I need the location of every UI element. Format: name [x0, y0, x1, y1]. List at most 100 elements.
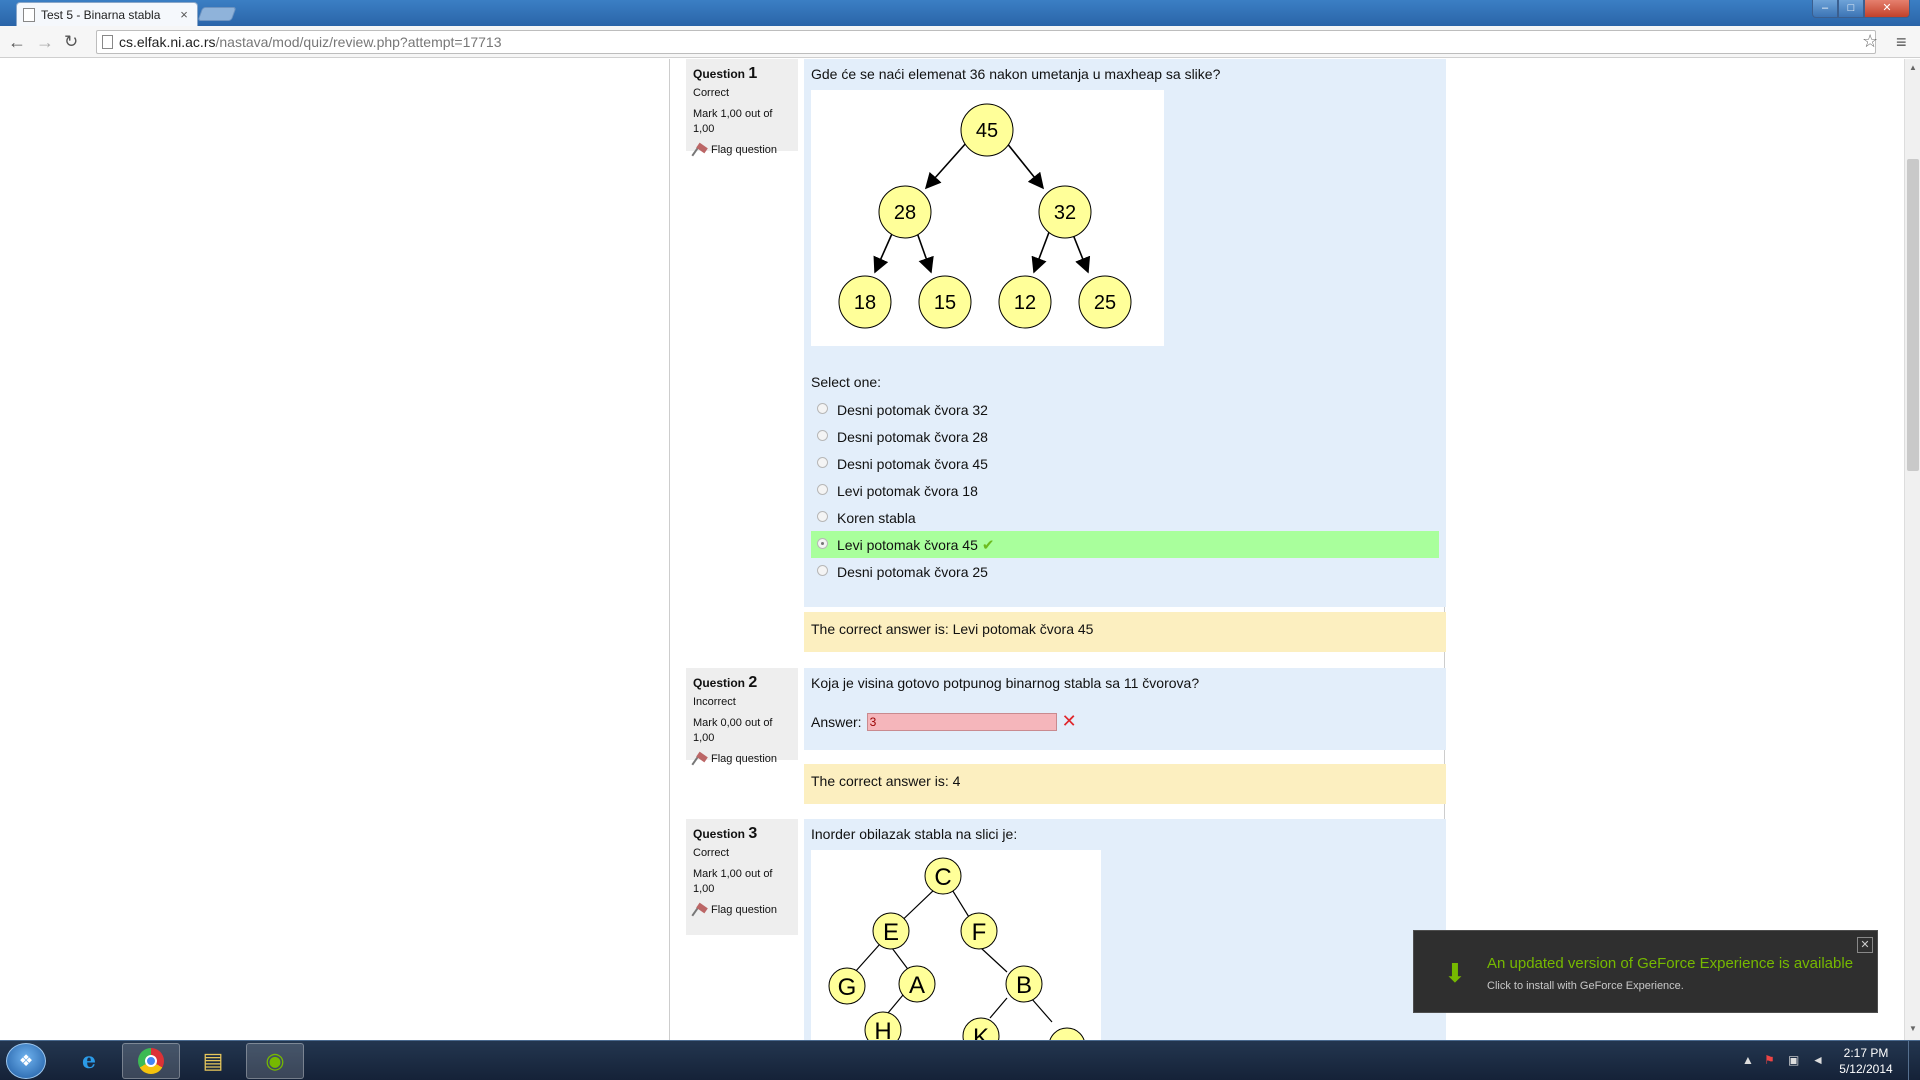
answer-option-label: Desni potomak čvora 28	[837, 428, 988, 445]
correct-check-icon: ✔	[981, 536, 995, 554]
question-mark: Mark 1,00 out of 1,00	[693, 868, 773, 895]
answer-option[interactable]: Levi potomak čvora 45 ✔	[811, 531, 1439, 558]
notification-title: An updated version of GeForce Experience…	[1487, 955, 1854, 972]
notification-close-button[interactable]: ✕	[1857, 937, 1873, 953]
tree-node-label: B	[1016, 972, 1032, 999]
close-window-button[interactable]: ✕	[1864, 0, 1910, 18]
question-number: Question 1	[693, 65, 758, 82]
back-icon[interactable]: ←	[8, 32, 26, 52]
taskbar-chrome[interactable]	[122, 1043, 180, 1079]
answer-option[interactable]: Desni potomak čvora 28	[811, 423, 1439, 450]
radio-button[interactable]	[817, 538, 828, 549]
radio-button[interactable]	[817, 565, 828, 576]
answer-options: Desni potomak čvora 32 Desni potomak čvor…	[811, 396, 1439, 585]
heap-tree-diagram: 45 28 32 18 15 12 25	[838, 103, 1132, 329]
minimize-button[interactable]: –	[1812, 0, 1838, 18]
chrome-icon	[138, 1048, 164, 1074]
clock-time: 2:17 PM	[1843, 1046, 1889, 1060]
show-hidden-icons-icon[interactable]: ▲	[1742, 1053, 1754, 1067]
flag-question-link[interactable]: Flag question	[693, 753, 791, 765]
tab-title: Test 5 - Binarna stabla	[41, 7, 161, 22]
tab-close-icon[interactable]: ×	[177, 7, 191, 22]
tree-node-label: E	[883, 919, 899, 946]
tree-node-label: A	[909, 972, 925, 999]
answer-option-label: Desni potomak čvora 25	[837, 563, 988, 580]
question-text: Inorder obilazak stabla na slici je:	[811, 826, 1018, 842]
notification-subtitle: Click to install with GeForce Experience…	[1487, 980, 1684, 992]
nvidia-icon: ◉	[265, 1048, 285, 1073]
question-feedback-2: The correct answer is: 4	[804, 764, 1446, 804]
window-title-bar: Test 5 - Binarna stabla × – □ ✕	[0, 0, 1920, 26]
question-mark: Mark 1,00 out of 1,00	[693, 108, 773, 135]
answer-option-label: Desni potomak čvora 45	[837, 455, 988, 472]
tree-node-label: 15	[934, 292, 956, 314]
answer-option-label: Levi potomak čvora 45	[837, 536, 978, 553]
question-state: Correct	[693, 847, 730, 859]
answer-option[interactable]: Koren stabla	[811, 504, 1439, 531]
reload-icon[interactable]: ↻	[64, 32, 78, 52]
bookmark-star-icon[interactable]: ☆	[1862, 31, 1878, 52]
question-state: Incorrect	[693, 696, 736, 708]
action-center-flag-icon[interactable]: ⚑	[1764, 1053, 1775, 1067]
tree-node-label: 32	[1054, 202, 1076, 224]
network-icon[interactable]: ▣	[1788, 1053, 1799, 1067]
scroll-thumb[interactable]	[1907, 159, 1919, 471]
radio-button[interactable]	[817, 430, 828, 441]
scroll-down-arrow-icon[interactable]: ▼	[1909, 1024, 1917, 1033]
answer-option[interactable]: Desni potomak čvora 25	[811, 558, 1439, 585]
page-scrollbar[interactable]: ▲ ▼	[1904, 59, 1920, 1040]
radio-button[interactable]	[817, 511, 828, 522]
tree-node-label: C	[934, 864, 951, 891]
flag-icon	[693, 904, 707, 916]
taskbar-clock[interactable]: 2:17 PM 5/12/2014	[1834, 1045, 1898, 1077]
radio-button[interactable]	[817, 484, 828, 495]
answer-option-label: Koren stabla	[837, 509, 916, 526]
forward-icon[interactable]: →	[36, 32, 54, 52]
taskbar-internet-explorer[interactable]: e	[60, 1043, 118, 1079]
flag-question-link[interactable]: Flag question	[693, 904, 791, 916]
answer-option-label: Levi potomak čvora 18	[837, 482, 978, 499]
taskbar-geforce[interactable]: ◉	[246, 1043, 304, 1079]
question-feedback-1: The correct answer is: Levi potomak čvor…	[804, 612, 1446, 652]
question-text: Gde će se naći elemenat 36 nakon umetanj…	[811, 66, 1221, 82]
taskbar-file-explorer[interactable]: ▤	[184, 1043, 242, 1079]
tree-node-label: 25	[1094, 292, 1116, 314]
question-mark: Mark 0,00 out of 1,00	[693, 717, 773, 744]
folder-icon: ▤	[202, 1048, 224, 1073]
new-tab-button[interactable]	[197, 7, 237, 21]
volume-muted-icon[interactable]: ◄	[1812, 1053, 1824, 1067]
radio-button[interactable]	[817, 457, 828, 468]
question-number: Question 2	[693, 674, 758, 691]
clock-date: 5/12/2014	[1839, 1062, 1893, 1076]
radio-button[interactable]	[817, 403, 828, 414]
tab-active[interactable]: Test 5 - Binarna stabla ×	[16, 2, 198, 26]
answer-label: Answer:	[811, 713, 862, 730]
inorder-tree-diagram: C E F G A B H K	[828, 857, 1085, 1040]
address-bar[interactable]: cs.elfak.ni.ac.rs/nastava/mod/quiz/revie…	[96, 30, 1876, 54]
answer-input[interactable]: 3	[866, 712, 1057, 731]
tree-node-label: 45	[976, 120, 998, 142]
geforce-notification[interactable]: ⬇ An updated version of GeForce Experien…	[1413, 930, 1878, 1013]
show-desktop-button[interactable]	[1908, 1041, 1920, 1080]
browser-menu-icon[interactable]: ≡	[1896, 32, 1907, 53]
select-one-label: Select one:	[811, 374, 882, 390]
answer-option[interactable]: Levi potomak čvora 18	[811, 477, 1439, 504]
tree-node-label: K	[973, 1024, 989, 1040]
start-button[interactable]: ❖	[6, 1043, 46, 1079]
question-info-3: Question 3 Correct Mark 1,00 out of 1,00…	[686, 819, 798, 935]
answer-option[interactable]: Desni potomak čvora 32	[811, 396, 1439, 423]
windows-logo-icon: ❖	[18, 1053, 34, 1070]
flag-question-link[interactable]: Flag question	[693, 144, 791, 156]
page-viewport: Question 1 Correct Mark 1,00 out of 1,00…	[0, 59, 1904, 1040]
question-body-1: Gde će se naći elemenat 36 nakon umetanj…	[804, 59, 1446, 607]
heap-tree-image: 45 28 32 18 15 12 25	[811, 90, 1164, 346]
browser-toolbar: ← → ↻ cs.elfak.ni.ac.rs/nastava/mod/quiz…	[0, 26, 1920, 58]
tree-node-label: H	[874, 1018, 891, 1040]
maximize-button[interactable]: □	[1838, 0, 1864, 18]
url-path: /nastava/mod/quiz/review.php?attempt=177…	[215, 34, 502, 50]
answer-option[interactable]: Desni potomak čvora 45	[811, 450, 1439, 477]
question-info-2: Question 2 Incorrect Mark 0,00 out of 1,…	[686, 668, 798, 765]
quiz-review-column: Question 1 Correct Mark 1,00 out of 1,00…	[669, 59, 1446, 1040]
tree-node-label: 18	[854, 292, 876, 314]
scroll-up-arrow-icon[interactable]: ▲	[1909, 63, 1917, 72]
